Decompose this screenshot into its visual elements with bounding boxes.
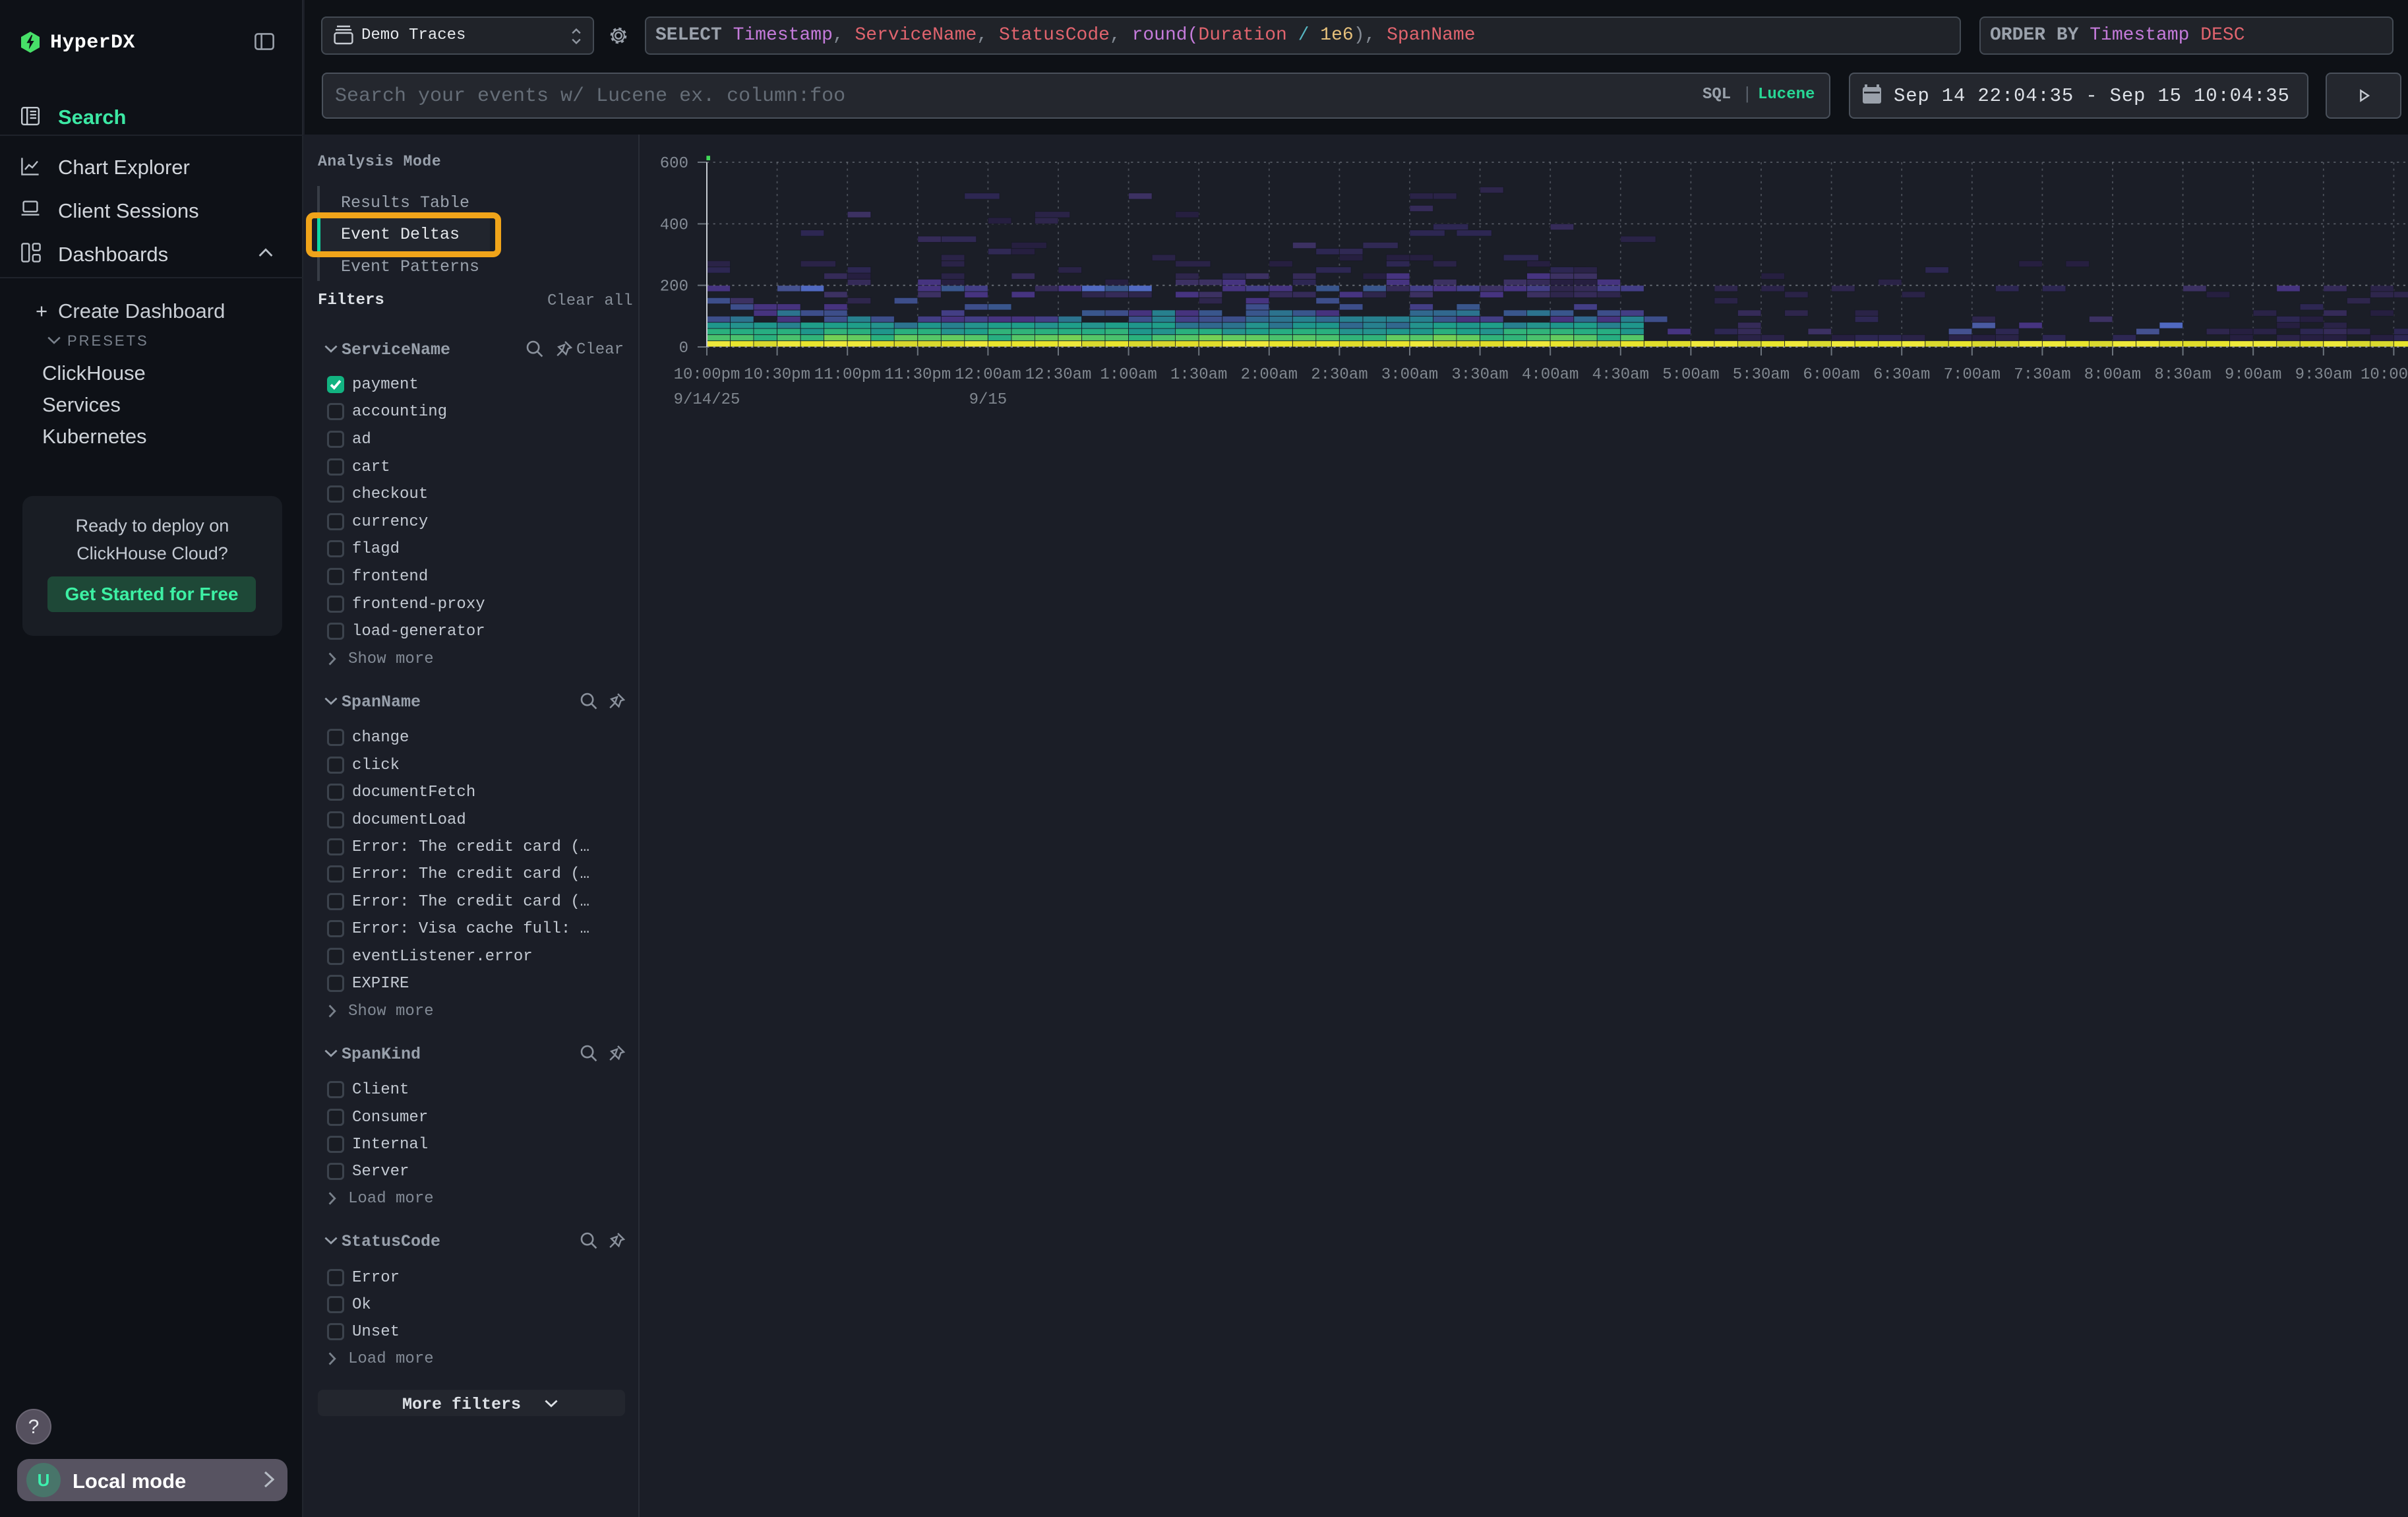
svg-text:11:30pm: 11:30pm	[884, 366, 951, 384]
svg-text:8:30am: 8:30am	[2154, 366, 2211, 384]
svg-text:2:30am: 2:30am	[1311, 366, 1368, 384]
svg-text:9:30am: 9:30am	[2295, 366, 2352, 384]
svg-text:10:00am: 10:00am	[2361, 366, 2408, 384]
svg-text:4:30am: 4:30am	[1592, 366, 1649, 384]
svg-text:200: 200	[660, 278, 688, 296]
svg-text:7:00am: 7:00am	[1944, 366, 2001, 384]
svg-text:400: 400	[660, 216, 688, 234]
svg-text:12:00am: 12:00am	[955, 366, 1021, 384]
svg-text:11:00pm: 11:00pm	[814, 366, 881, 384]
svg-text:600: 600	[660, 155, 688, 173]
svg-text:0: 0	[679, 340, 688, 357]
svg-text:9/15: 9/15	[969, 391, 1008, 409]
svg-text:10:00pm: 10:00pm	[674, 366, 740, 384]
svg-text:12:30am: 12:30am	[1025, 366, 1092, 384]
svg-text:1:00am: 1:00am	[1100, 366, 1157, 384]
svg-text:2:00am: 2:00am	[1241, 366, 1298, 384]
svg-text:3:30am: 3:30am	[1451, 366, 1508, 384]
svg-text:5:00am: 5:00am	[1662, 366, 1719, 384]
svg-text:6:30am: 6:30am	[1873, 366, 1930, 384]
svg-text:10:30pm: 10:30pm	[744, 366, 810, 384]
svg-text:9:00am: 9:00am	[2225, 366, 2281, 384]
svg-text:5:30am: 5:30am	[1733, 366, 1790, 384]
svg-text:9/14/25: 9/14/25	[674, 391, 740, 409]
svg-text:1:30am: 1:30am	[1170, 366, 1227, 384]
svg-text:8:00am: 8:00am	[2084, 366, 2141, 384]
svg-text:7:30am: 7:30am	[2014, 366, 2070, 384]
svg-text:4:00am: 4:00am	[1522, 366, 1579, 384]
svg-text:3:00am: 3:00am	[1381, 366, 1438, 384]
svg-text:6:00am: 6:00am	[1803, 366, 1859, 384]
